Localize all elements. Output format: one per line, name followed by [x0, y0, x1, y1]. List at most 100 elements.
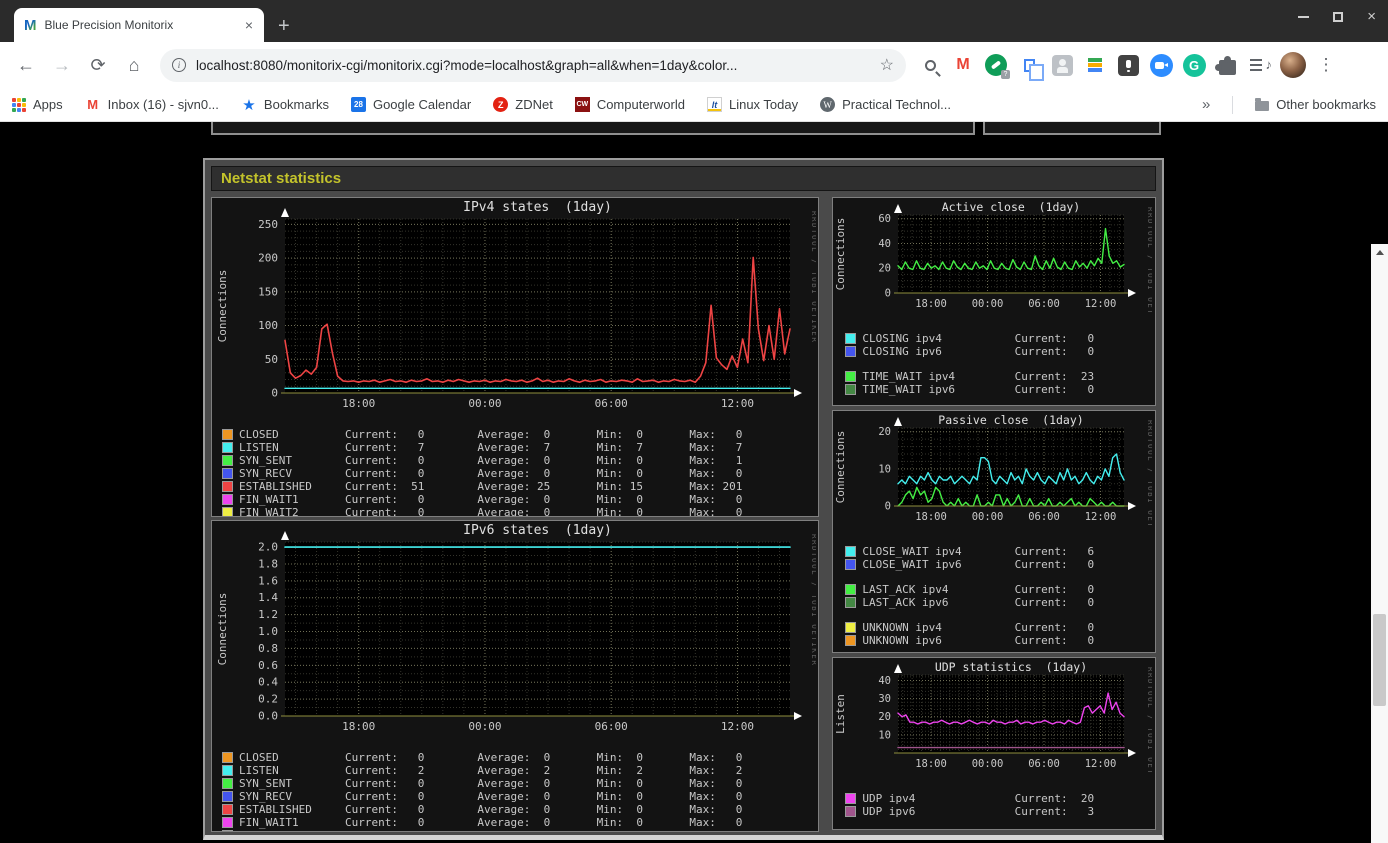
legend-row: CLOSING ipv4 Current: 0 [845, 332, 1154, 345]
voice-icon[interactable] [982, 51, 1010, 79]
svg-text:20: 20 [879, 263, 892, 275]
svg-text:00:00: 00:00 [972, 758, 1004, 770]
legend-row: CLOSE_WAIT ipv6 Current: 0 [845, 558, 1154, 571]
legend-swatch-icon [222, 765, 233, 776]
svg-text:06:00: 06:00 [1029, 758, 1061, 770]
tab-title: Blue Precision Monitorix [44, 18, 174, 32]
legend-swatch-icon [222, 455, 233, 466]
other-bookmarks-button[interactable]: Other bookmarks [1255, 97, 1376, 112]
bookmark-item-practical-technol[interactable]: W Practical Technol... [820, 97, 951, 112]
reader-icon[interactable] [1114, 51, 1142, 79]
legend-swatch-icon [222, 481, 233, 492]
svg-text:12:00: 12:00 [721, 397, 754, 410]
extensions-puzzle-icon[interactable] [1213, 51, 1241, 79]
legend-swatch-icon [845, 584, 857, 595]
search-icon[interactable] [916, 51, 944, 79]
browser-window: M Blue Precision Monitorix × + × ← → ⟳ ⌂… [0, 0, 1388, 843]
vertical-scrollbar[interactable] [1371, 244, 1388, 843]
back-button[interactable]: ← [10, 49, 42, 81]
svg-text:RRDTOOL / TOBI OETIKER: RRDTOOL / TOBI OETIKER [1146, 420, 1152, 526]
browser-tab[interactable]: M Blue Precision Monitorix × [14, 8, 264, 42]
svg-text:0.2: 0.2 [258, 693, 278, 706]
zoom-meeting-icon[interactable] [1147, 51, 1175, 79]
svg-text:Connections: Connections [834, 218, 847, 291]
legend-swatch-icon [222, 830, 233, 831]
playlist-icon[interactable] [1246, 51, 1274, 79]
reload-button[interactable]: ⟳ [82, 49, 114, 81]
zdnet-icon: Z [493, 97, 509, 112]
window-close-button[interactable]: × [1367, 9, 1376, 24]
bookmark-item-zdnet[interactable]: Z ZDNet [493, 97, 553, 112]
bookmarks-bar: Apps M Inbox (16) - sjvn0... ★ Bookmarks 28 Go… [0, 88, 1388, 122]
home-button[interactable]: ⌂ [118, 49, 150, 81]
legend-row: UNKNOWN ipv6 Current: 0 [845, 634, 1154, 647]
svg-text:0.8: 0.8 [258, 642, 278, 655]
bookmark-item-google-calendar[interactable]: 28 Google Calendar [350, 97, 471, 112]
section-title: Netstat statistics [211, 166, 1156, 191]
gmail-icon[interactable]: M [949, 51, 977, 79]
svg-text:Connections: Connections [834, 431, 847, 504]
svg-text:1.4: 1.4 [258, 591, 278, 604]
legend-swatch-icon [845, 806, 857, 817]
profile-avatar-icon[interactable] [1279, 51, 1307, 79]
new-tab-button[interactable]: + [278, 16, 290, 36]
legend-row: TIME_WAIT ipv4 Current: 23 [845, 370, 1154, 383]
bookmark-item-inbox-16-sjvn0[interactable]: M Inbox (16) - sjvn0... [85, 97, 219, 113]
legend-row: UNKNOWN ipv4 Current: 0 [845, 621, 1154, 634]
window-minimize-button[interactable] [1298, 16, 1310, 18]
tab-close-icon[interactable]: × [242, 17, 256, 33]
chart-panel-ipv6-states[interactable]: 18:00 00:00 06:00 12:00 0.0 0.2 0.4 0.6 0.8 1.0 1.… [211, 520, 820, 832]
chart-panel-passive-close[interactable]: 18:00 00:00 06:00 12:00 0 10 20 Passive close (… [832, 410, 1156, 653]
bookmark-item-linux-today[interactable]: lt Linux Today [706, 97, 798, 112]
bookmark-item-computerworld[interactable]: CW Computerworld [574, 97, 685, 112]
legend-swatch-icon [845, 793, 857, 804]
svg-text:200: 200 [258, 252, 278, 265]
ipv6-states-legend: CLOSED Current: 0 Average: 0 Min: 0 Max:… [213, 741, 817, 831]
bookmark-item-apps[interactable]: Apps [12, 97, 63, 112]
legend-row: CLOSED Current: 0 Average: 0 Min: 0 Max:… [222, 751, 817, 764]
grammarly-icon[interactable]: G [1180, 51, 1208, 79]
legend-row: ESTABLISHED Current: 51 Average: 25 Min:… [222, 480, 817, 493]
svg-text:2.0: 2.0 [258, 541, 278, 554]
legend-swatch-icon [222, 817, 233, 828]
svg-text:20: 20 [879, 426, 892, 438]
page-info-icon[interactable]: i [172, 58, 186, 72]
legend-row: SYN_RECV Current: 0 Average: 0 Min: 0 Ma… [222, 467, 817, 480]
svg-text:06:00: 06:00 [1029, 298, 1061, 310]
menu-kebab-icon[interactable]: ⋮ [1312, 51, 1340, 79]
wordpress-icon: W [820, 97, 836, 112]
passive-close-plot: 18:00 00:00 06:00 12:00 0 10 20 Passive close (… [834, 413, 1155, 552]
legend-swatch-icon [845, 371, 857, 382]
bookmarks-overflow-chevron[interactable]: » [1202, 96, 1210, 113]
svg-text:Passive close (1day): Passive close (1day) [939, 413, 1084, 427]
svg-text:00:00: 00:00 [972, 298, 1004, 310]
chart-panel-ipv4-states[interactable]: 18:00 00:00 06:00 12:00 0 50 100 150 200 250 IPv4 … [211, 197, 820, 517]
address-bar[interactable]: i localhost:8080/monitorix-cgi/monitorix… [160, 48, 906, 82]
legend-swatch-icon [845, 384, 857, 395]
svg-text:50: 50 [265, 353, 278, 366]
svg-text:40: 40 [879, 675, 892, 687]
scrollbar-up-arrow[interactable] [1371, 244, 1388, 260]
bookmark-item-bookmarks[interactable]: ★ Bookmarks [241, 96, 329, 114]
legend-row: LAST_ACK ipv6 Current: 0 [845, 596, 1154, 609]
legend-row: UDP ipv4 Current: 20 [845, 792, 1154, 805]
chart-panel-active-close[interactable]: 18:00 00:00 06:00 12:00 0 20 40 60 Active close … [832, 197, 1156, 406]
url-text[interactable]: localhost:8080/monitorix-cgi/monitorix.c… [196, 58, 880, 73]
legend-row: ESTABLISHED Current: 0 Average: 0 Min: 0… [222, 803, 817, 816]
scrollbar-thumb[interactable] [1373, 614, 1386, 706]
star-icon: ★ [242, 96, 256, 114]
window-maximize-button[interactable] [1333, 12, 1344, 22]
books-icon[interactable] [1081, 51, 1109, 79]
chart-panel-udp-statistics[interactable]: 18:00 00:00 06:00 12:00 10 20 30 40 UDP statisti… [832, 657, 1156, 830]
bookmark-star-icon[interactable]: ☆ [880, 55, 894, 75]
legend-swatch-icon [222, 752, 233, 763]
session-icon[interactable] [1048, 51, 1076, 79]
folder-icon [1255, 98, 1270, 111]
forward-button[interactable]: → [46, 49, 78, 81]
svg-text:18:00: 18:00 [916, 758, 948, 770]
copy-docs-icon[interactable] [1015, 51, 1044, 81]
legend-swatch-icon [222, 494, 233, 505]
legend-row: LAST_ACK ipv4 Current: 0 [845, 583, 1154, 596]
svg-text:20: 20 [879, 711, 892, 723]
legend-row: CLOSE_WAIT ipv4 Current: 6 [845, 545, 1154, 558]
